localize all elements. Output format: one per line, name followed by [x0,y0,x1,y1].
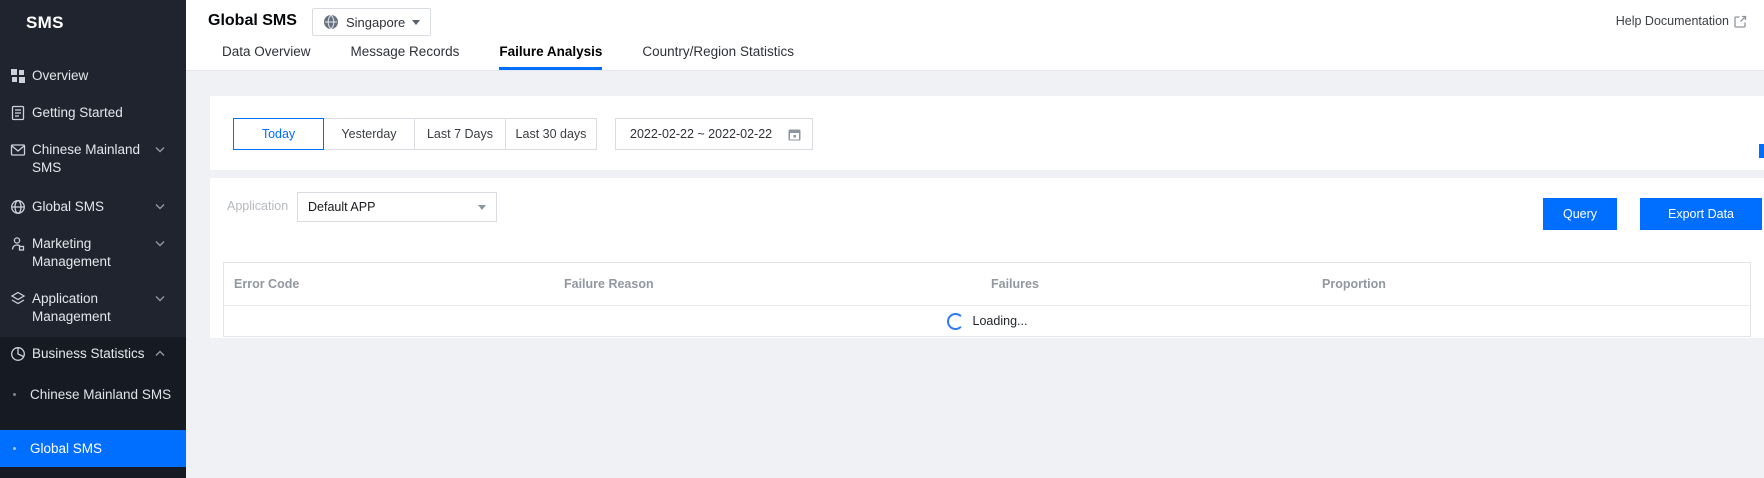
caret-down-icon [412,19,421,25]
column-header-proportion: Proportion [1322,277,1386,291]
chevron-down-icon [155,240,165,248]
preset-last-7-days-button[interactable]: Last 7 Days [415,118,506,150]
caret-down-icon [478,204,486,210]
sidebar-item-business-statistics[interactable]: Business Statistics [0,345,186,363]
sms-console-page: SMS Overview Getting Started Chinese Mai… [0,0,1764,478]
sidebar-item-chinese-mainland-sms[interactable]: Chinese Mainland SMS [0,141,186,177]
export-data-button[interactable]: Export Data [1640,198,1762,230]
table-loading-row: Loading... [224,306,1750,336]
date-preset-group: Today Yesterday Last 7 Days Last 30 days [233,118,597,150]
sidebar-item-overview[interactable]: Overview [0,67,186,85]
column-header-failures: Failures [991,277,1039,291]
globe-icon [10,199,26,215]
application-select-value: Default APP [308,200,376,214]
preset-today-button[interactable]: Today [233,118,324,150]
loading-text: Loading... [972,314,1028,328]
external-link-icon [1734,15,1747,28]
chevron-down-icon [155,295,165,303]
grid-icon [10,68,26,84]
sidebar-item-label: Getting Started [32,105,123,120]
sidebar-item-getting-started[interactable]: Getting Started [0,104,186,122]
sidebar-item-label: Business Statistics [32,346,145,361]
spinner-icon [946,312,964,330]
tab-failure-analysis[interactable]: Failure Analysis [499,44,603,70]
table-header-row: Error Code Failure Reason Failures Propo… [224,263,1750,306]
sidebar-subitem-chinese-mainland-sms[interactable]: Chinese Mainland SMS [0,386,186,404]
document-icon [10,105,26,121]
preset-last-30-days-button[interactable]: Last 30 days [506,118,597,150]
sidebar: SMS Overview Getting Started Chinese Mai… [0,0,186,478]
application-select[interactable]: Default APP [297,192,497,222]
bullet-dot-icon [13,447,16,450]
sidebar-subitem-label: Global SMS [30,440,103,456]
sidebar-item-marketing-management[interactable]: Marketing Management [0,235,186,271]
sidebar-title: SMS [26,13,64,32]
globe-icon [323,14,339,30]
calendar-icon [787,127,802,142]
column-header-failure-reason: Failure Reason [564,277,654,291]
date-filter-card: Today Yesterday Last 7 Days Last 30 days… [210,96,1764,170]
edge-widget[interactable] [1759,144,1764,158]
sidebar-item-label: Marketing Management [32,236,111,269]
preset-yesterday-button[interactable]: Yesterday [324,118,415,150]
pie-chart-icon [10,346,26,362]
sidebar-subitem-global-sms[interactable]: Global SMS [0,430,186,467]
sidebar-subitem-label: Chinese Mainland SMS [30,387,172,402]
tab-country-region-statistics[interactable]: Country/Region Statistics [642,44,794,70]
date-range-picker[interactable]: 2022-02-22 ~ 2022-02-22 [615,118,813,150]
chevron-up-icon [155,350,165,358]
envelope-icon [10,142,26,158]
help-documentation-link[interactable]: Help Documentation [1616,14,1747,28]
chevron-down-icon [155,146,165,154]
sidebar-item-label: Global SMS [32,199,105,214]
query-button[interactable]: Query [1543,198,1617,230]
help-link-label: Help Documentation [1615,14,1729,28]
tab-message-records[interactable]: Message Records [351,44,460,70]
sidebar-item-global-sms[interactable]: Global SMS [0,198,186,216]
page-title: Global SMS [208,12,297,29]
tab-data-overview[interactable]: Data Overview [222,44,311,70]
sidebar-item-label: Chinese Mainland SMS [32,142,141,175]
region-selector-value: Singapore [346,14,406,30]
sidebar-item-application-management[interactable]: Application Management [0,290,186,326]
sidebar-item-label: Overview [32,68,89,83]
date-range-value: 2022-02-22 ~ 2022-02-22 [630,127,773,141]
tab-bar: Data Overview Message Records Failure An… [222,44,834,70]
query-results-card: Application Default APP Query Export Dat… [210,178,1764,338]
column-header-error-code: Error Code [234,277,300,291]
bullet-dot-icon [13,393,16,396]
person-icon [10,236,26,252]
topbar: Global SMS Singapore Help Documentation … [186,0,1764,71]
sidebar-item-label: Application Management [32,291,111,324]
layers-icon [10,291,26,307]
failure-analysis-table: Error Code Failure Reason Failures Propo… [223,262,1751,337]
chevron-down-icon [155,203,165,211]
region-selector[interactable]: Singapore [312,8,432,36]
application-label: Application [227,199,289,213]
